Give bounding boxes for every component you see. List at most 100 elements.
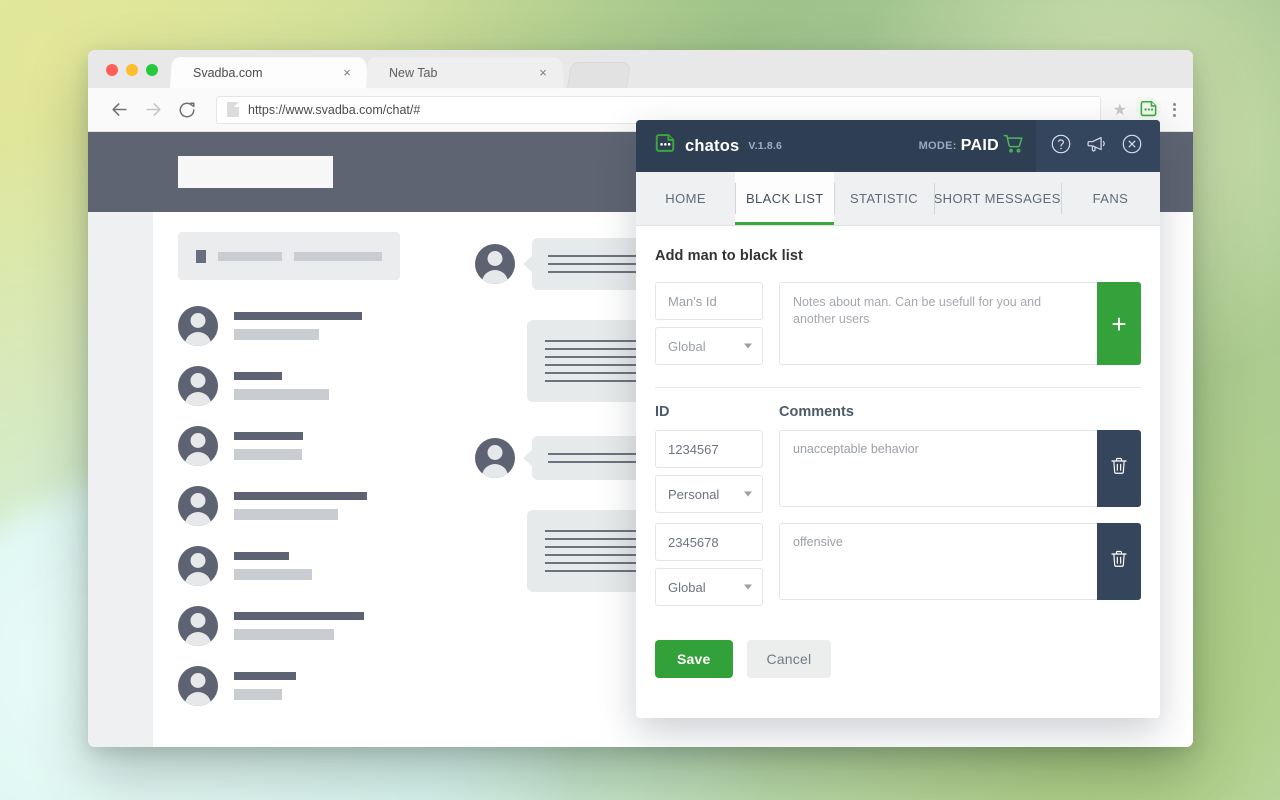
avatar <box>178 546 218 586</box>
list-item-lines <box>234 552 400 580</box>
back-arrow-icon[interactable] <box>104 95 134 125</box>
save-button[interactable]: Save <box>655 640 733 678</box>
placeholder-bar <box>294 251 382 261</box>
row-scope-value: Personal <box>668 486 720 502</box>
row-left: 1234567 Personal <box>655 430 763 513</box>
tab-short-messages[interactable]: SHORT MESSAGES <box>933 172 1061 225</box>
avatar <box>178 426 218 466</box>
list-item[interactable] <box>178 606 400 646</box>
list-item[interactable] <box>178 366 400 406</box>
shopping-cart-icon[interactable] <box>1003 134 1024 159</box>
column-header-id: ID <box>655 404 670 420</box>
reload-icon[interactable] <box>172 95 202 125</box>
add-form-left: Man's Id Global <box>655 282 763 365</box>
delete-row-button[interactable] <box>1097 523 1141 600</box>
panel-tabs: HOME BLACK LIST STATISTIC SHORT MESSAGES… <box>636 172 1160 226</box>
chevron-down-icon <box>744 343 752 349</box>
chatos-panel: chatos V.1.8.6 MODE: PAID HOME BLACK LIS… <box>636 120 1160 718</box>
list-item-lines <box>234 312 400 340</box>
list-item[interactable] <box>178 666 400 706</box>
help-circle-icon[interactable] <box>1050 133 1072 160</box>
row-right: offensive <box>779 523 1141 600</box>
close-icon[interactable]: × <box>339 65 356 80</box>
kebab-menu-icon[interactable] <box>1170 102 1179 117</box>
table-row: 2345678 Global offensive <box>655 523 1141 606</box>
list-item[interactable] <box>178 486 400 526</box>
scope-select-value: Global <box>668 338 706 354</box>
placeholder-bar <box>218 251 283 261</box>
divider <box>655 387 1141 388</box>
list-item-lines <box>234 492 400 520</box>
avatar <box>475 244 515 284</box>
brand-version: V.1.8.6 <box>748 140 783 152</box>
tab-label: HOME <box>665 191 706 206</box>
list-header-placeholder <box>178 232 400 280</box>
minimize-window-button[interactable] <box>126 64 138 76</box>
brand: chatos V.1.8.6 <box>654 133 782 160</box>
add-to-blacklist-button[interactable]: + <box>1097 282 1141 365</box>
tab-label: BLACK LIST <box>745 191 824 206</box>
avatar <box>178 366 218 406</box>
tab-label: FANS <box>1092 191 1129 206</box>
toolbar-actions: ★ <box>1113 97 1179 122</box>
row-id-input[interactable]: 1234567 <box>655 430 763 468</box>
row-scope-select[interactable]: Personal <box>655 475 763 513</box>
trash-icon <box>1109 549 1129 574</box>
maximize-window-button[interactable] <box>146 64 158 76</box>
mode-label: MODE: <box>918 140 957 152</box>
url-text: https://www.svadba.com/chat/# <box>248 102 421 117</box>
mans-id-placeholder: Man's Id <box>668 293 717 309</box>
window-controls <box>88 64 171 88</box>
close-icon[interactable]: × <box>535 65 552 80</box>
chatos-extension-icon[interactable] <box>1136 97 1161 122</box>
notes-placeholder: Notes about man. Can be usefull for you … <box>793 295 1042 326</box>
browser-tab-strip: Svadba.com × New Tab × <box>88 50 1193 89</box>
browser-tab-newtab[interactable]: New Tab × <box>365 57 565 89</box>
megaphone-icon[interactable] <box>1085 133 1108 160</box>
delete-row-button[interactable] <box>1097 430 1141 507</box>
conversation-list <box>153 212 425 747</box>
cancel-button[interactable]: Cancel <box>746 640 832 678</box>
avatar <box>178 306 218 346</box>
tab-fans[interactable]: FANS <box>1060 172 1160 225</box>
close-circle-icon[interactable] <box>1121 133 1143 160</box>
tab-home[interactable]: HOME <box>636 172 735 225</box>
row-comment-textarea[interactable]: unacceptable behavior <box>779 430 1097 507</box>
scope-select[interactable]: Global <box>655 327 763 365</box>
mans-id-input[interactable]: Man's Id <box>655 282 763 320</box>
avatar <box>475 438 515 478</box>
tab-statistic[interactable]: STATISTIC <box>834 172 933 225</box>
avatar <box>178 606 218 646</box>
row-comment-textarea[interactable]: offensive <box>779 523 1097 600</box>
avatar <box>178 486 218 526</box>
row-id-input[interactable]: 2345678 <box>655 523 763 561</box>
chatos-logo-icon <box>654 133 676 160</box>
chevron-down-icon <box>744 491 752 497</box>
list-item[interactable] <box>178 426 400 466</box>
mode-indicator[interactable]: MODE: PAID <box>919 134 1024 159</box>
row-left: 2345678 Global <box>655 523 763 606</box>
close-window-button[interactable] <box>106 64 118 76</box>
list-item-lines <box>234 432 400 460</box>
browser-tab-svadba[interactable]: Svadba.com × <box>169 57 369 89</box>
tab-label: STATISTIC <box>849 191 919 206</box>
row-scope-select[interactable]: Global <box>655 568 763 606</box>
site-search-placeholder[interactable] <box>178 156 333 188</box>
forward-arrow-icon <box>138 95 168 125</box>
notes-textarea[interactable]: Notes about man. Can be usefull for you … <box>779 282 1097 365</box>
browser-tab-title: New Tab <box>388 65 438 80</box>
list-item-lines <box>234 372 400 400</box>
panel-header: chatos V.1.8.6 MODE: PAID <box>636 120 1160 172</box>
panel-body: Add man to black list Man's Id Global No… <box>636 226 1160 718</box>
list-item[interactable] <box>178 306 400 346</box>
browser-tab-title: Svadba.com <box>192 65 263 80</box>
avatar <box>178 666 218 706</box>
mode-value: PAID <box>960 137 999 154</box>
new-tab-button[interactable] <box>566 62 632 88</box>
tab-label: SHORT MESSAGES <box>933 191 1061 206</box>
trash-icon <box>1109 456 1129 481</box>
list-item[interactable] <box>178 546 400 586</box>
page-document-icon <box>227 102 239 117</box>
star-icon[interactable]: ★ <box>1113 100 1127 120</box>
tab-black-list[interactable]: BLACK LIST <box>735 172 835 225</box>
